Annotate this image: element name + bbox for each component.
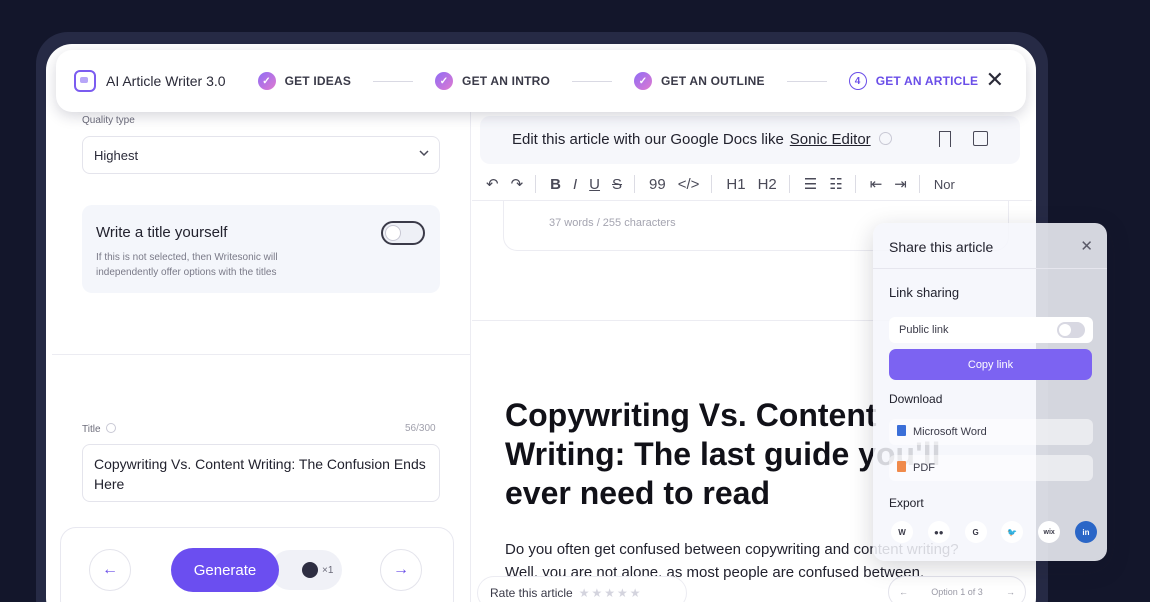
app-title: AI Article Writer 3.0 (106, 73, 226, 89)
download-heading: Download (889, 392, 943, 406)
twitter-icon[interactable]: 🐦 (1001, 521, 1024, 543)
underline-button[interactable]: U (589, 176, 600, 193)
toggle-knob (385, 225, 401, 241)
option-label: Option 1 of 3 (931, 587, 983, 597)
step-connector (572, 80, 612, 82)
step-label: GET AN ARTICLE (875, 74, 979, 88)
share-panel-header: Share this article ✕ (873, 223, 1107, 269)
write-title-toggle[interactable] (381, 221, 425, 245)
chevron-down-icon (419, 150, 429, 157)
credit-cost-badge: ×1 (270, 550, 342, 590)
step-get-an-article[interactable]: 4 GET AN ARTICLE (848, 72, 979, 90)
step-get-an-intro[interactable]: ✓ GET AN INTRO (435, 72, 550, 90)
panel-divider (470, 112, 471, 602)
step-connector (786, 80, 827, 82)
wordpress-icon[interactable]: W (891, 521, 913, 543)
paragraph-style-select[interactable]: Nor (934, 177, 955, 192)
app-logo-icon (74, 70, 96, 92)
rate-label: Rate this article (490, 586, 573, 600)
indent-icon[interactable]: ⇥ (894, 175, 907, 193)
pdf-file-icon (897, 461, 906, 472)
credit-count: ×1 (322, 564, 334, 576)
rate-article-bar: Rate this article ★★★★★ (477, 576, 687, 602)
check-icon: ✓ (435, 72, 454, 90)
divider (52, 354, 470, 355)
generate-button[interactable]: Generate (171, 548, 279, 592)
outdent-icon[interactable]: ⇤ (870, 175, 883, 193)
step-get-ideas[interactable]: ✓ GET IDEAS (257, 72, 352, 90)
download-word-button[interactable]: Microsoft Word (889, 419, 1093, 445)
share-article-panel: Share this article ✕ Link sharing Public… (873, 223, 1107, 561)
editor-toolbar: ↶ ↷ B I U S 99 </> H1 H2 ☰ ☷ ⇤ ⇥ Nor (486, 170, 1036, 198)
word-count: 37 words / 255 characters (549, 217, 676, 229)
info-icon (878, 132, 892, 145)
check-icon: ✓ (257, 72, 276, 90)
toggle-title: Write a title yourself (96, 224, 228, 241)
step-label: GET IDEAS (284, 74, 352, 88)
bookmark-icon[interactable] (939, 131, 951, 147)
title-input[interactable]: Copywriting Vs. Content Writing: The Con… (82, 444, 440, 502)
link-sharing-heading: Link sharing (889, 285, 960, 300)
title-label: Title (82, 423, 117, 435)
close-icon[interactable]: ✕ (1080, 237, 1093, 255)
bold-button[interactable]: B (550, 176, 561, 193)
credit-icon (302, 562, 318, 578)
quote-button[interactable]: 99 (649, 176, 666, 193)
pdf-label: PDF (913, 462, 935, 474)
public-link-row: Public link (889, 317, 1093, 343)
external-link-icon[interactable] (973, 131, 988, 146)
quality-type-value: Highest (94, 148, 139, 163)
linkedin-icon[interactable]: in (1074, 521, 1097, 543)
step-label: GET AN OUTLINE (661, 74, 765, 88)
wix-icon[interactable]: wix (1038, 521, 1061, 543)
word-file-icon (897, 425, 906, 436)
sonic-editor-link[interactable]: Sonic Editor (790, 131, 871, 148)
share-panel-title: Share this article (889, 239, 994, 255)
option-next-button[interactable]: → (1006, 587, 1015, 597)
option-pager: ← Option 1 of 3 → (888, 576, 1026, 602)
export-heading: Export (889, 496, 924, 510)
toggle-description: If this is not selected, then Writesonic… (96, 252, 278, 278)
italic-button[interactable]: I (573, 176, 577, 193)
close-icon[interactable]: ✕ (986, 69, 1004, 91)
rating-stars[interactable]: ★★★★★ (579, 586, 643, 600)
step-connector (373, 80, 414, 82)
heading-1-button[interactable]: H1 (726, 176, 745, 193)
info-icon (106, 423, 117, 433)
quality-type-label: Quality type (82, 115, 135, 126)
next-button[interactable]: → (380, 549, 422, 591)
stepper-bar: AI Article Writer 3.0 ✓ GET IDEAS ✓ GET … (56, 50, 1026, 112)
public-link-label: Public link (899, 324, 949, 336)
numbered-list-icon[interactable]: ☷ (829, 175, 842, 193)
ghost-icon[interactable]: G (964, 521, 987, 543)
download-pdf-button[interactable]: PDF (889, 455, 1093, 481)
copy-link-button[interactable]: Copy link (889, 349, 1092, 380)
check-icon: ✓ (634, 72, 652, 90)
banner-text: Edit this article with our Google Docs l… (512, 131, 784, 148)
quality-type-select[interactable]: Highest (82, 136, 440, 174)
code-button[interactable]: </> (678, 176, 700, 193)
heading-2-button[interactable]: H2 (758, 176, 777, 193)
medium-icon[interactable]: ●● (927, 521, 950, 543)
bullet-list-icon[interactable]: ☰ (804, 175, 817, 193)
title-char-count: 56/300 (405, 423, 436, 434)
redo-icon[interactable]: ↷ (511, 175, 524, 193)
step-get-an-outline[interactable]: ✓ GET AN OUTLINE (634, 72, 765, 90)
export-targets: W ●● G 🐦 wix in (891, 519, 1097, 545)
prev-button[interactable]: ← (89, 549, 131, 591)
word-label: Microsoft Word (913, 426, 987, 438)
public-link-toggle[interactable] (1057, 322, 1085, 338)
undo-icon[interactable]: ↶ (486, 175, 499, 193)
editor-banner-text: Edit this article with our Google Docs l… (512, 131, 892, 148)
step-label: GET AN INTRO (462, 74, 550, 88)
strikethrough-button[interactable]: S (612, 176, 622, 193)
option-prev-button[interactable]: ← (899, 587, 908, 597)
step-number: 4 (848, 72, 867, 90)
